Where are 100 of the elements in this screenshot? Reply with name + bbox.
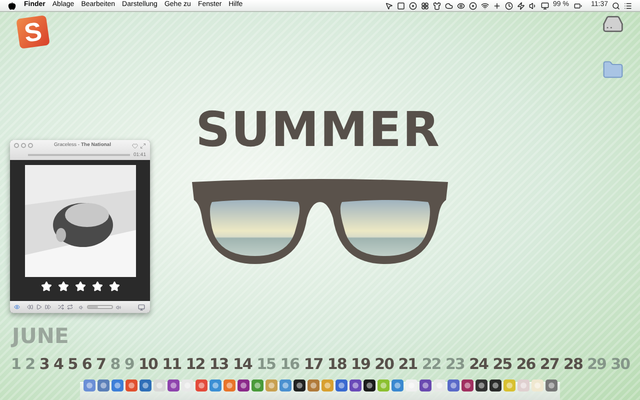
calendar-day: 7: [96, 357, 106, 372]
calendar-day: 20: [374, 357, 394, 372]
notification-list-icon[interactable]: [624, 2, 632, 10]
app-tile-icon[interactable]: [418, 379, 432, 392]
app-tile-icon[interactable]: [250, 379, 264, 392]
hard-drive-icon[interactable]: [601, 13, 625, 35]
app-tile-icon[interactable]: [222, 379, 236, 392]
calendar-day: 1: [11, 357, 20, 372]
app-tile-icon[interactable]: [544, 379, 558, 392]
app-tile-icon[interactable]: [376, 379, 390, 392]
app-tile-icon[interactable]: [516, 379, 530, 392]
cursor-icon[interactable]: [385, 2, 394, 10]
app-tile-icon[interactable]: [138, 379, 152, 392]
calendar-day: 24: [469, 357, 488, 372]
disc-icon[interactable]: [469, 2, 478, 10]
calendar-day: 3: [39, 357, 49, 372]
calendar-day: 30: [610, 357, 630, 372]
calendar-day: 26: [516, 357, 536, 372]
wallpaper-headline: SUMMER: [194, 106, 442, 154]
display-icon[interactable]: [541, 2, 550, 10]
calendar-day: 12: [186, 357, 205, 372]
calendar-day: 11: [162, 357, 182, 372]
calendar-day: 17: [304, 357, 323, 372]
app-tile-icon[interactable]: [264, 379, 278, 392]
app-tile-icon[interactable]: [96, 379, 110, 392]
calendar-day: 6: [82, 357, 92, 372]
calendar-day: 10: [138, 357, 158, 372]
app-tile-icon[interactable]: [488, 379, 502, 392]
search-icon[interactable]: [612, 2, 620, 10]
app-tile-icon[interactable]: [334, 379, 348, 392]
app-tile-icon[interactable]: [278, 379, 292, 392]
volume-low-icon[interactable]: [79, 304, 84, 310]
clock-icon[interactable]: [505, 2, 514, 10]
rewind-icon[interactable]: [27, 304, 33, 310]
star-icon[interactable]: [108, 281, 120, 292]
calendar-day: 25: [492, 357, 512, 372]
disc-icon[interactable]: [409, 2, 418, 10]
calendar-day: 14: [232, 357, 252, 372]
app-tile-icon[interactable]: [110, 379, 124, 392]
wifi-icon[interactable]: [481, 2, 490, 10]
volume-slider[interactable]: [87, 305, 113, 309]
app-tile-icon[interactable]: [390, 379, 404, 392]
eye-icon[interactable]: [457, 2, 466, 10]
calendar-day: 9: [124, 357, 134, 372]
app-tile-icon[interactable]: [320, 379, 334, 392]
app-tile-icon[interactable]: [166, 379, 180, 392]
app-tile-icon[interactable]: [432, 379, 446, 392]
calendar-day: 13: [209, 357, 228, 372]
app-tile-icon[interactable]: [152, 379, 166, 392]
shirt-icon[interactable]: [433, 2, 442, 10]
calendar-day: 23: [445, 357, 464, 372]
app-tile-icon[interactable]: [236, 379, 250, 392]
progress-track[interactable]: [28, 154, 130, 156]
wallpaper-month: JUNE: [12, 326, 69, 347]
calendar-day: 16: [280, 357, 300, 372]
star-icon[interactable]: [74, 281, 86, 292]
calendar-day: 2: [25, 357, 35, 372]
mini-player-icon[interactable]: [137, 304, 146, 310]
calendar-day: 28: [564, 357, 582, 372]
app-tile-icon[interactable]: [404, 379, 418, 392]
app-tile-icon[interactable]: [124, 379, 138, 392]
app-tile-icon[interactable]: [460, 379, 474, 392]
calendar-day: 22: [422, 357, 441, 372]
app-tile-icon[interactable]: [474, 379, 488, 392]
star-icon[interactable]: [40, 281, 52, 292]
apple-menu-icon[interactable]: [8, 2, 16, 10]
lightning-icon[interactable]: [517, 2, 526, 10]
play-icon[interactable]: [36, 304, 42, 310]
repeat-icon[interactable]: [67, 304, 73, 310]
square-icon[interactable]: [397, 2, 406, 10]
calendar-day: 15: [256, 357, 276, 372]
calendar-day: 29: [587, 357, 606, 372]
app-tile-icon[interactable]: [362, 379, 376, 392]
volume-high-icon[interactable]: [116, 304, 121, 310]
volume-icon[interactable]: [529, 2, 538, 10]
app-tile-icon[interactable]: [306, 379, 320, 392]
cloud-icon[interactable]: [445, 2, 454, 10]
app-tile-icon[interactable]: [292, 379, 306, 392]
flower-icon[interactable]: [421, 2, 430, 10]
star-icon[interactable]: [58, 281, 68, 292]
app-tile-icon[interactable]: [180, 379, 194, 392]
app-tile-icon[interactable]: [502, 379, 516, 392]
calendar-day: 27: [540, 357, 559, 372]
battery-icon[interactable]: [573, 2, 583, 10]
app-tile-icon[interactable]: [82, 379, 96, 392]
calendar-day: 5: [68, 357, 78, 372]
app-tile-icon[interactable]: [194, 379, 208, 392]
app-tile-icon[interactable]: [208, 379, 222, 392]
fast-forward-icon[interactable]: [45, 304, 51, 310]
calendar-day: 4: [54, 357, 63, 372]
calendar-day: 19: [351, 357, 370, 372]
shuffle-icon[interactable]: [58, 304, 64, 310]
star-icon[interactable]: [92, 281, 102, 292]
heart-icon[interactable]: [132, 142, 138, 149]
calendar-day: 21: [398, 357, 418, 372]
calendar-day: 8: [110, 357, 120, 372]
app-tile-icon[interactable]: [446, 379, 460, 392]
app-tile-icon[interactable]: [530, 379, 544, 392]
calendar-day: 18: [327, 357, 346, 372]
app-tile-icon[interactable]: [348, 379, 362, 392]
